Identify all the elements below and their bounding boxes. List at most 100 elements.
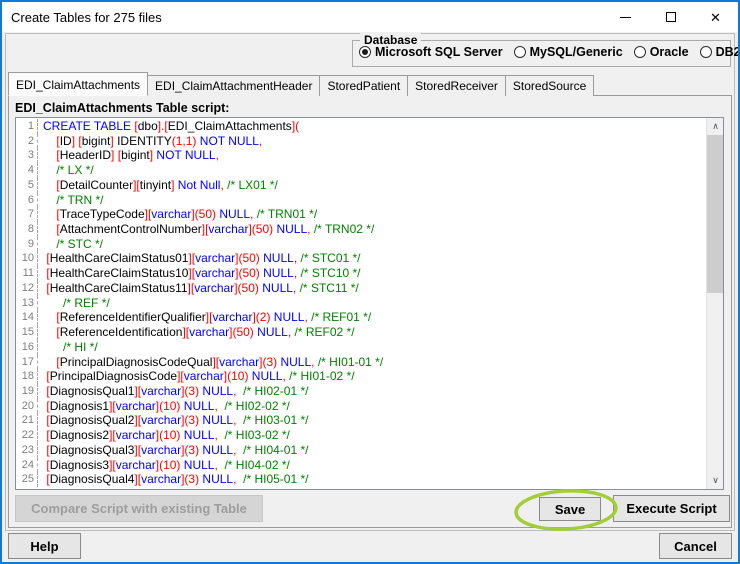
code-line: 17 [PrincipalDiagnosisCodeQual][varchar]… [16, 355, 706, 370]
code-text: [PrincipalDiagnosisCode][varchar](10) NU… [38, 369, 355, 384]
tab-storedreceiver[interactable]: StoredReceiver [407, 75, 506, 96]
code-text: [DiagnosisQual1][varchar](3) NULL, /* HI… [38, 384, 309, 399]
line-number: 13 [16, 296, 38, 311]
code-text: [Diagnosis1][varchar](10) NULL, /* HI02-… [38, 399, 290, 414]
line-number: 9 [16, 237, 38, 252]
code-text: [PrincipalDiagnosisCodeQual][varchar](3)… [38, 355, 383, 370]
code-line: 10 [HealthCareClaimStatus01][varchar](50… [16, 251, 706, 266]
database-groupbox: Database Microsoft SQL ServerMySQL/Gener… [352, 40, 731, 67]
line-number: 10 [16, 251, 38, 266]
code-line: 11 [HealthCareClaimStatus10][varchar](50… [16, 266, 706, 281]
code-line: 13 /* REF */ [16, 296, 706, 311]
code-line: 20 [Diagnosis1][varchar](10) NULL, /* HI… [16, 399, 706, 414]
minimize-icon [620, 17, 631, 18]
code-text: [DetailCounter][tinyint] Not Null, /* LX… [38, 178, 278, 193]
tab-edi-claimattachments[interactable]: EDI_ClaimAttachments [8, 72, 148, 96]
code-text: /* LX */ [38, 163, 94, 178]
close-button[interactable]: ✕ [693, 2, 738, 32]
radio-unselected-icon [634, 46, 646, 58]
cancel-button[interactable]: Cancel [659, 533, 732, 559]
scroll-down-button[interactable]: ∨ [707, 472, 724, 489]
compare-script-button: Compare Script with existing Table [15, 495, 263, 522]
code-line: 2 [ID] [bigint] IDENTITY(1,1) NOT NULL, [16, 134, 706, 149]
code-line: 24 [Diagnosis3][varchar](10) NULL, /* HI… [16, 458, 706, 473]
code-line: 18 [PrincipalDiagnosisCode][varchar](10)… [16, 369, 706, 384]
line-number: 1 [16, 119, 38, 134]
code-text: [DiagnosisQual2][varchar](3) NULL, /* HI… [38, 413, 309, 428]
code-text: [HeaderID] [bigint] NOT NULL, [38, 148, 219, 163]
code-line: 25 [DiagnosisQual4][varchar](3) NULL, /*… [16, 472, 706, 487]
line-number: 15 [16, 325, 38, 340]
radio-selected-icon [359, 46, 371, 58]
line-number: 8 [16, 222, 38, 237]
code-line: 12 [HealthCareClaimStatus11][varchar](50… [16, 281, 706, 296]
table-script-label: EDI_ClaimAttachments Table script: [15, 101, 229, 115]
code-text: [DiagnosisQual3][varchar](3) NULL, /* HI… [38, 443, 309, 458]
radio-unselected-icon [700, 46, 712, 58]
code-line: 16 /* HI */ [16, 340, 706, 355]
code-text: [Diagnosis2][varchar](10) NULL, /* HI03-… [38, 428, 290, 443]
code-text: [HealthCareClaimStatus10][varchar](50) N… [38, 266, 361, 281]
line-number: 16 [16, 340, 38, 355]
radio-label: DB2 [716, 45, 740, 59]
code-text: /* REF */ [38, 296, 110, 311]
radio-label: Microsoft SQL Server [375, 45, 503, 59]
table-script-editor[interactable]: 1CREATE TABLE [dbo].[EDI_ClaimAttachment… [15, 117, 724, 490]
code-text: [ReferenceIdentification][varchar](50) N… [38, 325, 355, 340]
code-text: /* STC */ [38, 237, 103, 252]
radio-label: Oracle [650, 45, 689, 59]
main-panel: Database Microsoft SQL ServerMySQL/Gener… [5, 33, 735, 531]
radio-microsoft-sql-server[interactable]: Microsoft SQL Server [359, 45, 503, 59]
line-number: 6 [16, 193, 38, 208]
tab-storedpatient[interactable]: StoredPatient [319, 75, 408, 96]
line-number: 23 [16, 443, 38, 458]
scroll-up-button[interactable]: ∧ [707, 118, 724, 135]
code-scrollbar[interactable]: ∧ ∨ [706, 118, 723, 489]
code-text: CREATE TABLE [dbo].[EDI_ClaimAttachments… [38, 119, 299, 134]
code-text: [AttachmentControlNumber][varchar](50) N… [38, 222, 374, 237]
radio-mysql-generic[interactable]: MySQL/Generic [514, 45, 623, 59]
code-line: 23 [DiagnosisQual3][varchar](3) NULL, /*… [16, 443, 706, 458]
line-number: 19 [16, 384, 38, 399]
tab-storedsource[interactable]: StoredSource [505, 75, 594, 96]
line-number: 11 [16, 266, 38, 281]
code-line: 8 [AttachmentControlNumber][varchar](50)… [16, 222, 706, 237]
help-button[interactable]: Help [8, 533, 81, 559]
code-text: /* TRN */ [38, 193, 103, 208]
line-number: 25 [16, 472, 38, 487]
line-number: 24 [16, 458, 38, 473]
radio-oracle[interactable]: Oracle [634, 45, 689, 59]
code-line: 22 [Diagnosis2][varchar](10) NULL, /* HI… [16, 428, 706, 443]
code-line: 15 [ReferenceIdentification][varchar](50… [16, 325, 706, 340]
tab-strip: EDI_ClaimAttachmentsEDI_ClaimAttachmentH… [8, 73, 593, 96]
line-number: 14 [16, 310, 38, 325]
save-button[interactable]: Save [539, 497, 601, 521]
code-text: [ReferenceIdentifierQualifier][varchar](… [38, 310, 371, 325]
line-number: 21 [16, 413, 38, 428]
code-text: [DiagnosisQual4][varchar](3) NULL, /* HI… [38, 472, 309, 487]
execute-script-button[interactable]: Execute Script [613, 495, 730, 522]
line-number: 5 [16, 178, 38, 193]
scrollbar-thumb[interactable] [707, 135, 724, 293]
radio-db2[interactable]: DB2 [700, 45, 740, 59]
code-line: 14 [ReferenceIdentifierQualifier][varcha… [16, 310, 706, 325]
code-line: 9 /* STC */ [16, 237, 706, 252]
maximize-button[interactable] [648, 2, 693, 32]
tab-edi-claimattachmentheader[interactable]: EDI_ClaimAttachmentHeader [147, 75, 320, 96]
window-title: Create Tables for 275 files [2, 10, 603, 25]
create-tables-dialog: Create Tables for 275 files ✕ Database M… [0, 0, 740, 564]
code-line: 6 /* TRN */ [16, 193, 706, 208]
chevron-down-icon: ∨ [712, 475, 719, 486]
minimize-button[interactable] [603, 2, 648, 32]
line-number: 17 [16, 355, 38, 370]
code-line: 5 [DetailCounter][tinyint] Not Null, /* … [16, 178, 706, 193]
code-line: 7 [TraceTypeCode][varchar](50) NULL, /* … [16, 207, 706, 222]
tab-page-edi-claimattachments: EDI_ClaimAttachments Table script: 1CREA… [8, 95, 732, 528]
code-text: [HealthCareClaimStatus01][varchar](50) N… [38, 251, 361, 266]
line-number: 2 [16, 134, 38, 149]
code-text: [HealthCareClaimStatus11][varchar](50) N… [38, 281, 359, 296]
maximize-icon [666, 12, 676, 22]
line-number: 18 [16, 369, 38, 384]
code-line: 3 [HeaderID] [bigint] NOT NULL, [16, 148, 706, 163]
database-options: Microsoft SQL ServerMySQL/GenericOracleD… [359, 45, 728, 59]
